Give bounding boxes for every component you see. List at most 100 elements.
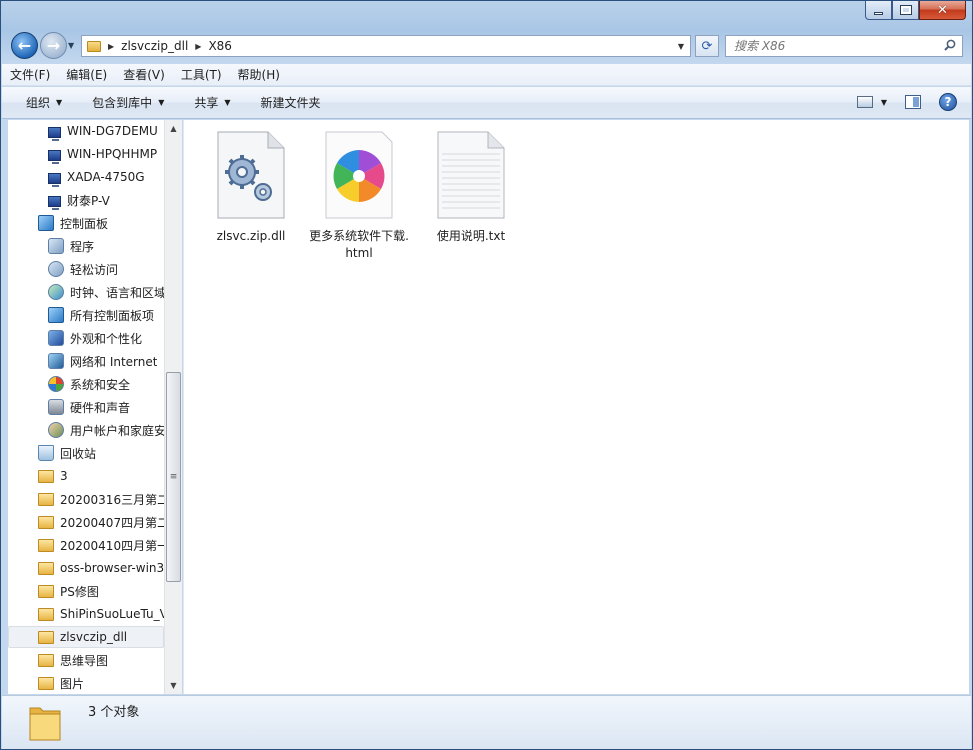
scroll-down-button[interactable]: ▼ [165,677,182,694]
nav-item-system-security[interactable]: 系统和安全 [48,373,130,395]
folder-icon [38,607,54,621]
navigation-pane: WIN-DG7DEMU WIN-HPQHHMP XADA-4750G 财泰P-V… [8,120,182,694]
control-panel-icon [38,215,54,231]
nav-item-clock-language[interactable]: 时钟、语言和区域 [48,281,166,303]
navigation-scrollbar[interactable]: ▲ ≡ ▼ [164,120,182,694]
nav-item-user-accounts[interactable]: 用户帐户和家庭安全 [48,419,178,441]
nav-item-label: 图片 [60,676,85,691]
new-folder-label: 新建文件夹 [260,96,321,110]
system-security-icon [48,376,64,392]
new-folder-button[interactable]: 新建文件夹 [243,87,333,118]
chevron-right-icon[interactable]: ▶ [108,42,114,51]
address-bar[interactable]: ▶ zlsvczip_dll ▶ X86 ▼ [81,35,691,57]
menu-tools[interactable]: 工具(T) [173,64,230,86]
organize-button[interactable]: 组织 ▼ [2,87,74,118]
user-accounts-icon [48,422,64,438]
menu-help[interactable]: 帮助(H) [230,64,288,86]
share-button[interactable]: 共享 ▼ [176,87,242,118]
nav-item-win-dg7demu[interactable]: WIN-DG7DEMU [48,120,158,142]
nav-item-hardware-sound[interactable]: 硬件和声音 [48,396,130,418]
forward-button[interactable]: → [40,32,67,59]
scroll-up-button[interactable]: ▲ [165,120,182,137]
details-pane: 3 个对象 [2,695,971,749]
nav-item-label: 程序 [70,239,95,254]
nav-item-folder[interactable]: 20200316三月第二 [38,488,169,510]
nav-item-folder[interactable]: 3 [38,465,68,487]
nav-item-label: XADA-4750G [67,170,145,184]
nav-item-label: 网络和 Internet [70,354,158,369]
nav-item-label: 系统和安全 [70,377,131,392]
folder-icon [38,653,54,667]
nav-item-folder[interactable]: ShiPinSuoLueTu_V [38,603,168,625]
nav-item-label: 所有控制面板项 [70,308,155,323]
search-input[interactable] [734,39,934,53]
include-in-library-button[interactable]: 包含到库中 ▼ [74,87,176,118]
chevron-right-icon[interactable]: ▶ [195,42,201,51]
preview-pane-icon[interactable] [905,95,921,109]
file-item[interactable]: zlsvc.zip.dll [201,130,301,245]
folder-icon [38,584,54,598]
network-icon [48,353,64,369]
minimize-button[interactable] [865,1,892,20]
nav-item-all-control-panel-items[interactable]: 所有控制面板项 [48,304,154,326]
nav-item-programs[interactable]: 程序 [48,235,94,257]
window-controls: ✕ [865,1,966,20]
help-icon[interactable]: ? [939,93,957,111]
nav-item-appearance[interactable]: 外观和个性化 [48,327,142,349]
recent-pages-button[interactable]: ▼ [68,41,74,50]
search-box[interactable] [725,35,963,57]
explorer-window: ✕ ← → ▼ ▶ zlsvczip_dll ▶ X86 ▼ ⟳ 文件(F) 编… [0,0,973,750]
breadcrumb-item[interactable]: zlsvczip_dll [121,39,188,53]
minimize-icon [874,11,883,15]
nav-item-folder[interactable]: 思维导图 [38,649,108,671]
nav-item-caitai-pv[interactable]: 财泰P-V [48,189,110,211]
close-button[interactable]: ✕ [919,1,966,20]
nav-item-label: ShiPinSuoLueTu_V [60,607,168,621]
nav-item-ease-of-access[interactable]: 轻松访问 [48,258,118,280]
nav-item-recycle-bin[interactable]: 回收站 [38,442,96,464]
nav-item-label: PS修图 [60,584,99,599]
file-list-pane[interactable]: zlsvc.zip.dll 更多系统软件下载.html 使用说明.txt [183,120,969,694]
chevron-down-icon: ▼ [880,97,887,107]
menu-edit[interactable]: 编辑(E) [58,64,115,86]
nav-item-folder[interactable]: 图片 [38,672,84,694]
nav-item-network[interactable]: 网络和 Internet [48,350,157,372]
nav-item-folder-selected[interactable]: zlsvczip_dll [8,626,164,648]
menu-file[interactable]: 文件(F) [2,64,58,86]
forward-arrow-icon: → [46,36,61,55]
breadcrumb-item[interactable]: X86 [208,39,232,53]
dll-file-icon [217,131,285,219]
scrollbar-thumb[interactable]: ≡ [166,372,181,582]
address-dropdown-button[interactable]: ▼ [674,36,688,56]
change-view-button[interactable]: ▼ [856,96,887,108]
nav-item-label: 轻松访问 [70,262,119,277]
nav-item-folder[interactable]: PS修图 [38,580,99,602]
close-icon: ✕ [937,2,948,18]
nav-item-label: zlsvczip_dll [60,630,128,644]
back-button[interactable]: ← [11,32,38,59]
maximize-icon [899,5,912,15]
computer-icon [48,149,61,164]
chevron-up-icon: ▲ [170,124,177,133]
folder-icon [29,707,61,741]
file-name: 更多系统软件下载.html [309,229,409,260]
nav-item-folder[interactable]: 20200410四月第一 [38,534,169,556]
refresh-button[interactable]: ⟳ [695,35,719,57]
file-item[interactable]: 更多系统软件下载.html [309,130,409,262]
view-icon [856,96,873,108]
nav-item-control-panel[interactable]: 控制面板 [38,212,108,234]
recycle-bin-icon [38,445,54,461]
file-item[interactable]: 使用说明.txt [421,130,521,245]
nav-item-folder[interactable]: 20200407四月第二 [38,511,169,533]
nav-item-folder[interactable]: oss-browser-win3 [38,557,164,579]
folder-icon [38,676,54,690]
hardware-sound-icon [48,399,64,415]
chevron-down-icon: ▼ [224,98,231,107]
grip-icon: ≡ [169,472,178,482]
maximize-button[interactable] [892,1,919,20]
search-icon[interactable] [944,39,956,51]
nav-item-xada-4750g[interactable]: XADA-4750G [48,166,145,188]
view-controls: ▼ ? [856,93,957,111]
menu-view[interactable]: 查看(V) [115,64,173,86]
nav-item-win-hpqhhmp[interactable]: WIN-HPQHHMP [48,143,157,165]
